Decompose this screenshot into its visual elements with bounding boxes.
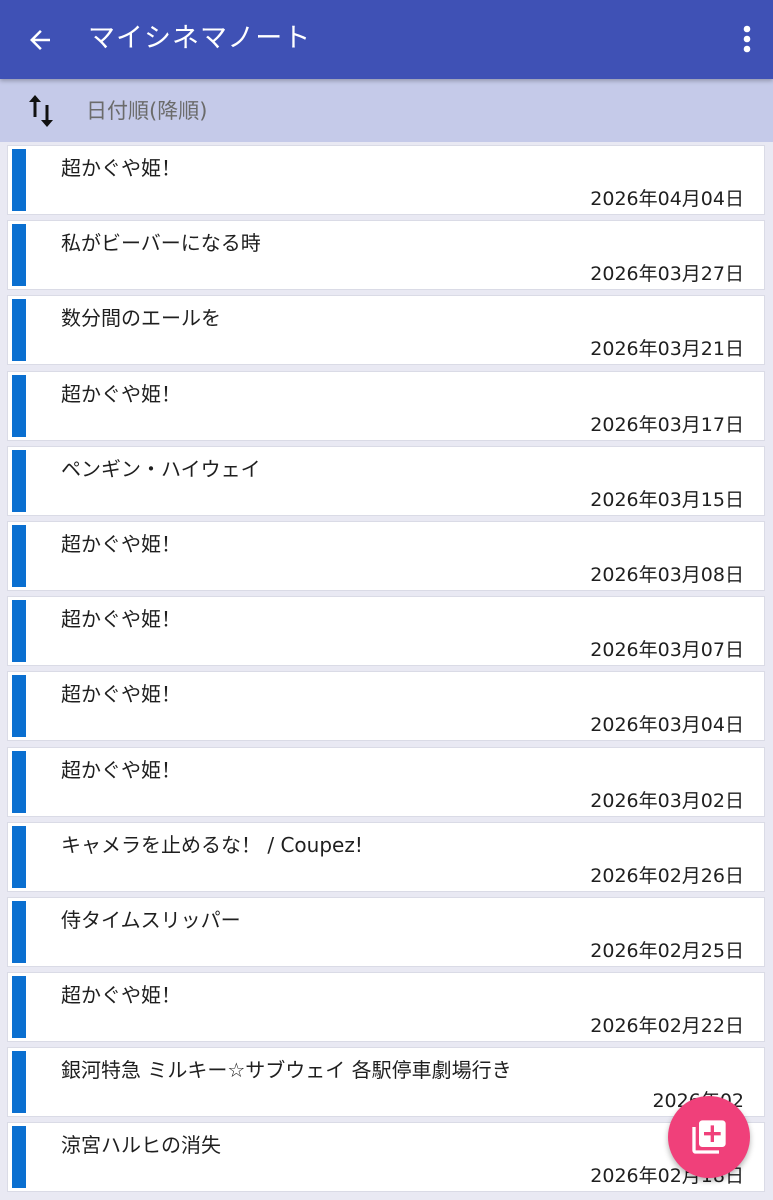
entry-accent-bar [12, 1126, 26, 1189]
entry-title: 超かぐや姫！ [61, 381, 181, 406]
arrow-left-icon [30, 30, 50, 50]
add-note-fab[interactable] [668, 1096, 750, 1178]
sort-bar[interactable]: 日付順(降順) [0, 79, 773, 142]
entry-accent-bar [12, 675, 26, 738]
entry-accent-bar [12, 524, 26, 587]
entry-date: 2026年02月26日 [590, 864, 744, 887]
entry-accent-bar [12, 374, 26, 437]
list-item[interactable]: 超かぐや姫！ 2026年03月07日 [7, 596, 765, 667]
entry-title: キャメラを止めるな！ / Coupez! [61, 832, 363, 857]
entry-title: 超かぐや姫！ [61, 607, 181, 632]
entry-title: 超かぐや姫！ [61, 682, 181, 707]
movie-note-list: 超かぐや姫！ 2026年04月04日 私がビーバーになる時 2026年03月27… [7, 145, 767, 1198]
list-item[interactable]: 超かぐや姫！ 2026年02月22日 [7, 972, 765, 1043]
entry-title: 涼宮ハルヒの消失 [61, 1133, 221, 1158]
app-title: マイシネマノート [88, 23, 312, 54]
list-item[interactable]: ペンギン・ハイウェイ 2026年03月15日 [7, 445, 765, 516]
entry-title: 数分間のエールを [61, 306, 221, 331]
list-item[interactable]: 超かぐや姫！ 2026年03月17日 [7, 370, 765, 441]
entry-date: 2026年03月27日 [590, 263, 744, 286]
entry-accent-bar [12, 900, 26, 963]
entry-accent-bar [12, 600, 26, 663]
add-to-library-icon [692, 1120, 726, 1154]
entry-date: 2026年02月25日 [590, 939, 744, 962]
list-item[interactable]: キャメラを止めるな！ / Coupez! 2026年02月26日 [7, 821, 765, 892]
entry-date: 2026年03月04日 [590, 714, 744, 737]
entry-title: 超かぐや姫！ [61, 757, 181, 782]
list-item[interactable]: 数分間のエールを 2026年03月21日 [7, 295, 765, 366]
entry-date: 2026年03月21日 [590, 338, 744, 361]
entry-title: 超かぐや姫！ [61, 531, 181, 556]
entry-date: 2026年04月04日 [590, 188, 744, 210]
entry-accent-bar [12, 1051, 26, 1114]
entry-title: 超かぐや姫！ [61, 156, 181, 180]
sort-arrows-icon[interactable] [26, 93, 56, 129]
entry-accent-bar [12, 299, 26, 362]
list-item[interactable]: 侍タイムスリッパー 2026年02月25日 [7, 896, 765, 967]
app-bar: マイシネマノート [0, 0, 773, 79]
entry-title: 超かぐや姫！ [61, 983, 181, 1008]
list-item[interactable]: 超かぐや姫！ 2026年03月08日 [7, 520, 765, 591]
entry-date: 2026年03月08日 [590, 563, 744, 586]
entry-date: 2026年02月22日 [590, 1015, 744, 1038]
list-item[interactable]: 超かぐや姫！ 2026年04月04日 [7, 145, 765, 215]
entry-accent-bar [12, 825, 26, 888]
list-item[interactable]: 涼宮ハルヒの消失 2026年02月18日 [7, 1122, 765, 1193]
entry-title: 銀河特急 ミルキー☆サブウェイ 各駅停車劇場行き [61, 1058, 512, 1083]
entry-accent-bar [12, 976, 26, 1039]
entry-accent-bar [12, 750, 26, 813]
list-item[interactable]: 銀河特急 ミルキー☆サブウェイ 各駅停車劇場行き 2026年02 [7, 1047, 765, 1118]
entry-title: 私がビーバーになる時 [61, 231, 261, 256]
overflow-menu-button[interactable] [735, 16, 759, 62]
back-button[interactable] [18, 18, 62, 62]
entry-date: 2026年03月02日 [590, 789, 744, 812]
entry-accent-bar [12, 149, 26, 211]
list-item[interactable]: 超かぐや姫！ 2026年03月04日 [7, 671, 765, 742]
list-item[interactable]: 超かぐや姫！ 2026年03月02日 [7, 746, 765, 817]
entry-accent-bar [12, 449, 26, 512]
entry-title: ペンギン・ハイウェイ [61, 456, 261, 481]
entry-date: 2026年03月15日 [590, 488, 744, 511]
entry-title: 侍タイムスリッパー [61, 907, 241, 932]
list-item[interactable]: 私がビーバーになる時 2026年03月27日 [7, 220, 765, 291]
entry-accent-bar [12, 224, 26, 287]
sort-order-label[interactable]: 日付順(降順) [86, 94, 207, 128]
entry-date: 2026年03月07日 [590, 639, 744, 662]
entry-date: 2026年03月17日 [590, 413, 744, 436]
more-vert-icon [743, 25, 751, 53]
